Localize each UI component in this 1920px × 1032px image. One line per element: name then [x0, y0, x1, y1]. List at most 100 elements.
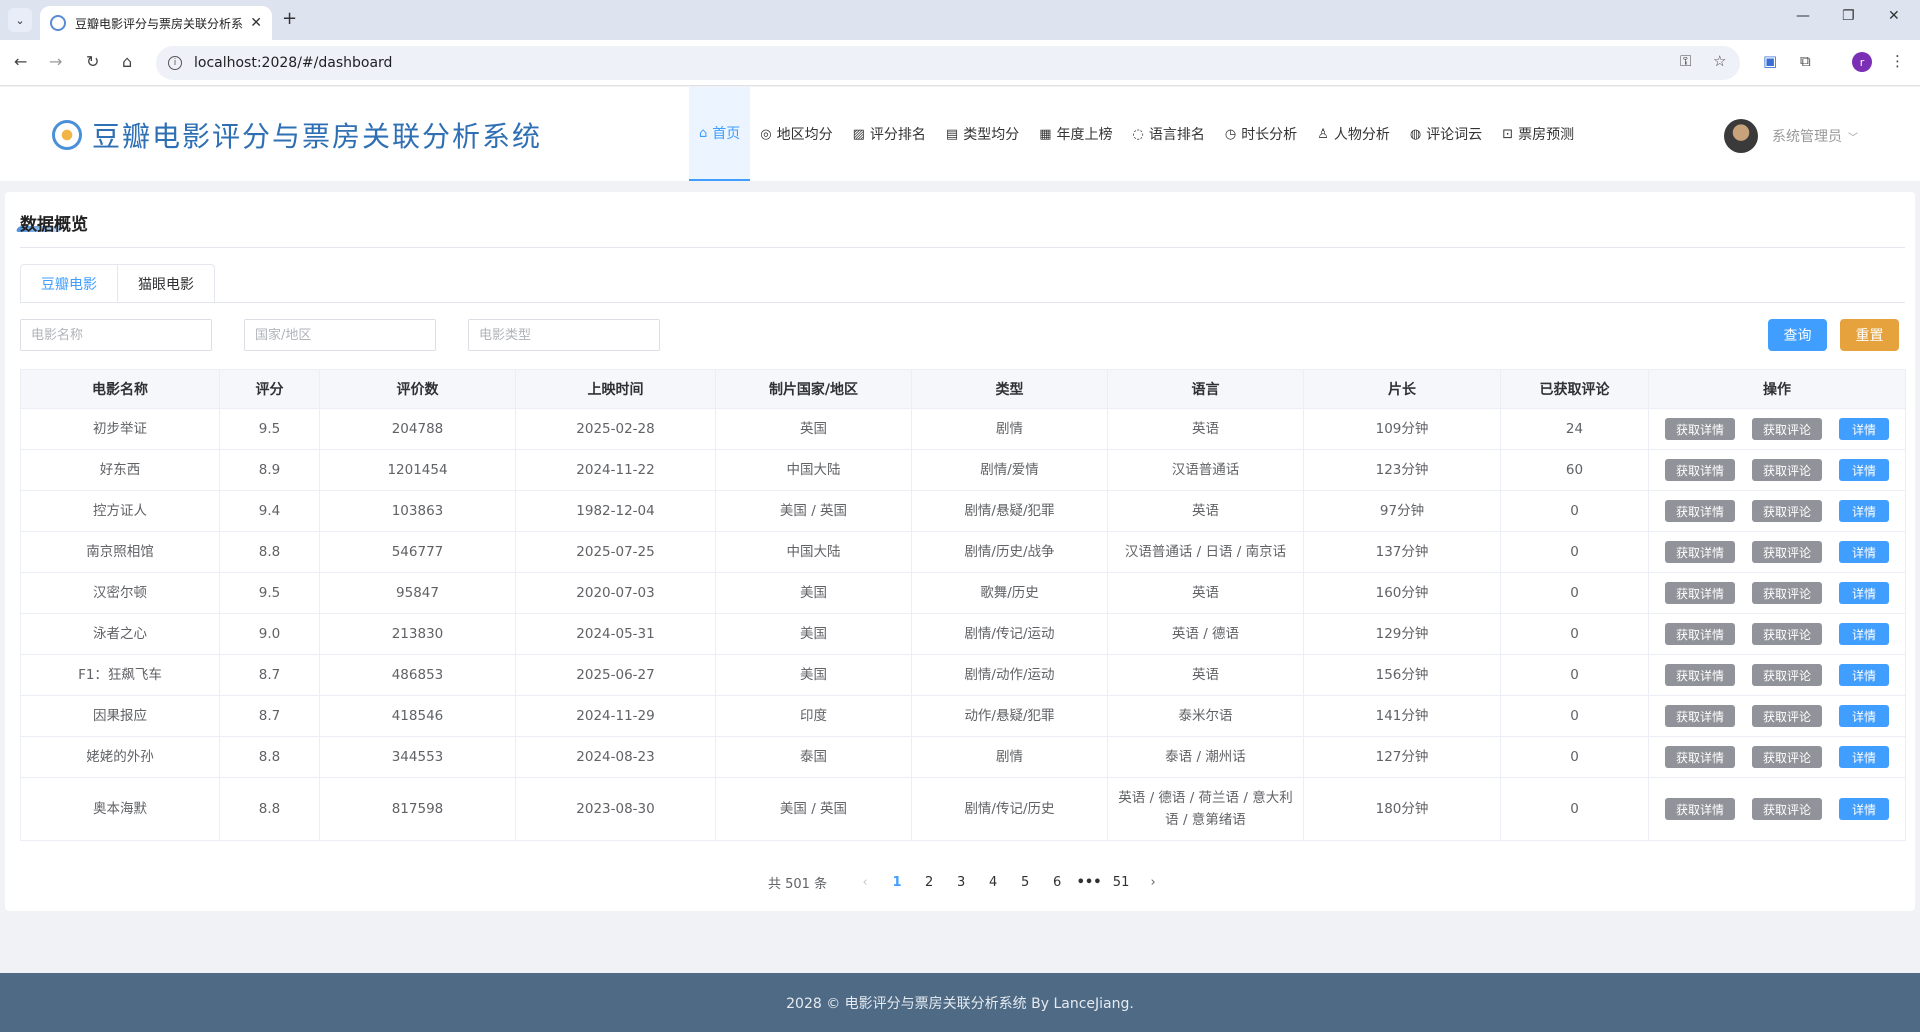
- view-details-button[interactable]: 详情: [1839, 798, 1890, 820]
- fetch-comments-button[interactable]: 获取评论: [1751, 459, 1822, 481]
- reset-button[interactable]: 重置: [1840, 319, 1899, 351]
- fetch-details-button[interactable]: 获取详情: [1664, 623, 1735, 645]
- column-header[interactable]: 制片国家/地区: [715, 369, 912, 409]
- view-details-button[interactable]: 详情: [1839, 500, 1890, 522]
- nav-item-duration[interactable]: ◷ 时长分析: [1215, 87, 1307, 181]
- view-details-button[interactable]: 详情: [1839, 705, 1890, 727]
- genre-input[interactable]: [468, 319, 660, 351]
- home-browser-icon[interactable]: ⌂: [122, 52, 132, 71]
- view-details-button[interactable]: 详情: [1839, 664, 1890, 686]
- view-details-button[interactable]: 详情: [1839, 746, 1890, 768]
- movie-name-input[interactable]: [20, 319, 212, 351]
- page-number[interactable]: 5: [1009, 875, 1041, 890]
- page-number[interactable]: 4: [977, 875, 1009, 890]
- duration-cell: 123分钟: [1303, 449, 1501, 491]
- browser-tab[interactable]: 豆瓣电影评分与票房关联分析系 ✕: [40, 6, 272, 40]
- chevron-down-icon[interactable]: ﹀: [1848, 129, 1858, 144]
- page-number[interactable]: 2: [913, 875, 945, 890]
- fetch-details-button[interactable]: 获取详情: [1664, 664, 1735, 686]
- nav-item-genre-avg[interactable]: ▤ 类型均分: [936, 87, 1029, 181]
- fetch-comments-button[interactable]: 获取评论: [1751, 664, 1822, 686]
- bookmark-star-icon[interactable]: ☆: [1713, 52, 1726, 70]
- user-menu[interactable]: 系统管理员 ﹀: [1724, 119, 1858, 153]
- column-header[interactable]: 操作: [1648, 369, 1906, 409]
- column-header[interactable]: 已获取评论: [1500, 369, 1649, 409]
- fetch-details-button[interactable]: 获取详情: [1664, 582, 1735, 604]
- minimize-icon[interactable]: —: [1796, 8, 1810, 24]
- fetch-comments-button[interactable]: 获取评论: [1751, 798, 1822, 820]
- reload-icon[interactable]: ↻: [86, 52, 99, 71]
- fetch-details-button[interactable]: 获取详情: [1664, 500, 1735, 522]
- fetch-details-button[interactable]: 获取详情: [1664, 459, 1735, 481]
- column-header[interactable]: 评分: [219, 369, 320, 409]
- fetch-comments-button[interactable]: 获取评论: [1751, 623, 1822, 645]
- fetch-details-button[interactable]: 获取详情: [1664, 798, 1735, 820]
- close-tab-icon[interactable]: ✕: [250, 15, 262, 31]
- column-header[interactable]: 电影名称: [20, 369, 220, 409]
- browser-menu-icon[interactable]: ⋮: [1890, 52, 1905, 70]
- fetch-comments-button[interactable]: 获取评论: [1751, 582, 1822, 604]
- more-pages-icon[interactable]: •••: [1073, 875, 1105, 890]
- view-details-button[interactable]: 详情: [1839, 418, 1890, 440]
- fetch-comments-button[interactable]: 获取评论: [1751, 500, 1822, 522]
- tab-douban[interactable]: 豆瓣电影: [20, 264, 118, 303]
- column-header[interactable]: 上映时间: [515, 369, 716, 409]
- column-header[interactable]: 片长: [1303, 369, 1501, 409]
- genre-cell: 剧情: [911, 408, 1108, 450]
- nav-label: 人物分析: [1333, 127, 1390, 143]
- close-window-icon[interactable]: ✕: [1888, 8, 1900, 24]
- view-details-button[interactable]: 详情: [1839, 582, 1890, 604]
- fetch-comments-button[interactable]: 获取评论: [1751, 746, 1822, 768]
- prev-page-icon[interactable]: ‹: [849, 875, 881, 890]
- user-avatar[interactable]: [1724, 119, 1758, 153]
- genre-cell: 剧情/传记/运动: [911, 613, 1108, 655]
- view-details-button[interactable]: 详情: [1839, 459, 1890, 481]
- nav-item-rating-rank[interactable]: ▨ 评分排名: [843, 87, 936, 181]
- nav-item-wordcloud[interactable]: ◍ 评论词云: [1400, 87, 1492, 181]
- search-button[interactable]: 查询: [1768, 319, 1827, 351]
- view-details-button[interactable]: 详情: [1839, 541, 1890, 563]
- last-page-number[interactable]: 51: [1105, 875, 1137, 890]
- tab-maoyan[interactable]: 猫眼电影: [118, 264, 215, 303]
- fetch-details-button[interactable]: 获取详情: [1664, 418, 1735, 440]
- page-number[interactable]: 3: [945, 875, 977, 890]
- address-url[interactable]: localhost:2028/#/dashboard: [194, 55, 392, 71]
- fetch-details-button[interactable]: 获取详情: [1664, 705, 1735, 727]
- tab-search-dropdown-icon[interactable]: ⌄: [8, 8, 32, 32]
- restore-icon[interactable]: ❐: [1842, 8, 1855, 24]
- page-number[interactable]: 1: [881, 875, 913, 890]
- genre-cell: 剧情/动作/运动: [911, 654, 1108, 696]
- back-icon[interactable]: ←: [14, 52, 27, 71]
- nav-item-boxoffice[interactable]: ⊡ 票房预测: [1492, 87, 1584, 181]
- column-header[interactable]: 类型: [911, 369, 1108, 409]
- extensions-puzzle-icon[interactable]: ⧉: [1800, 52, 1811, 70]
- page-number[interactable]: 6: [1041, 875, 1073, 890]
- next-page-icon[interactable]: ›: [1137, 875, 1169, 890]
- chat-icon: ◌: [1132, 126, 1144, 142]
- site-info-icon[interactable]: i: [168, 56, 182, 70]
- password-key-icon[interactable]: ⚿: [1680, 52, 1691, 70]
- column-header[interactable]: 评价数: [319, 369, 516, 409]
- nav-item-yearly[interactable]: ▦ 年度上榜: [1029, 87, 1122, 181]
- fetch-details-button[interactable]: 获取详情: [1664, 541, 1735, 563]
- region-input[interactable]: [244, 319, 436, 351]
- new-tab-icon[interactable]: +: [282, 8, 297, 29]
- address-bar[interactable]: i localhost:2028/#/dashboard: [156, 46, 1740, 80]
- nav-item-home[interactable]: ⌂ 首页: [689, 87, 751, 181]
- duration-cell: 156分钟: [1303, 654, 1501, 696]
- nav-item-people[interactable]: ♙ 人物分析: [1307, 87, 1400, 181]
- nav-item-language-rank[interactable]: ◌ 语言排名: [1123, 87, 1215, 181]
- fetch-comments-button[interactable]: 获取评论: [1751, 705, 1822, 727]
- fetch-details-button[interactable]: 获取详情: [1664, 746, 1735, 768]
- forward-icon[interactable]: →: [49, 52, 62, 71]
- nav-item-region-avg[interactable]: ◎ 地区均分: [750, 87, 842, 181]
- column-header[interactable]: 语言: [1107, 369, 1304, 409]
- user-name[interactable]: 系统管理员: [1772, 126, 1842, 146]
- tabs-divider: [20, 302, 1905, 303]
- fetch-comments-button[interactable]: 获取评论: [1751, 418, 1822, 440]
- fetch-comments-button[interactable]: 获取评论: [1751, 541, 1822, 563]
- profile-avatar[interactable]: r: [1852, 52, 1872, 72]
- rating-count-cell: 418546: [319, 695, 516, 737]
- extension-app-icon[interactable]: ▣: [1763, 52, 1777, 70]
- view-details-button[interactable]: 详情: [1839, 623, 1890, 645]
